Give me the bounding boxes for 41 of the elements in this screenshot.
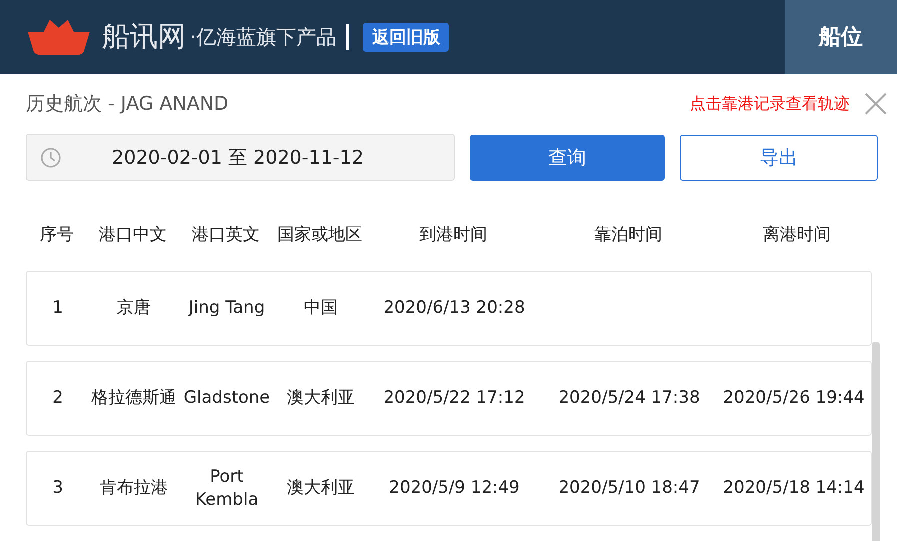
table-cell: 2020/5/9 12:49	[389, 478, 520, 498]
column-header: 国家或地区	[276, 224, 364, 246]
table-cell: 2020/5/24 17:38	[558, 388, 700, 408]
column-header: 到港时间	[418, 224, 488, 246]
table-cell: 2020/5/10 18:47	[558, 478, 700, 498]
table-cell: 格拉德斯通	[92, 388, 176, 408]
column-header: 离港时间	[762, 224, 832, 246]
panel-title: 历史航次 - JAG ANAND	[26, 92, 230, 117]
table-cell: 京唐	[117, 298, 151, 318]
old-version-button[interactable]: 返回旧版	[363, 22, 450, 52]
table-cell: 澳大利亚	[287, 388, 355, 408]
nav-tab[interactable]: 船位	[785, 0, 897, 74]
date-range-field[interactable]: 2020-02-01 至 2020-11-12	[26, 134, 455, 181]
voyage-row[interactable]: 3 肯布拉港 Port Kembla 澳大利亚 2020/5/9 12:49 2020/5/10 18:47 2020/5/18 14:14	[26, 451, 872, 526]
brand-name: 船讯网	[102, 19, 186, 55]
table-cell: Port Kembla	[195, 467, 259, 510]
table-cell: 2020/5/18 14:14	[723, 478, 865, 498]
column-header: 港口中文	[98, 224, 168, 246]
boat-logo-icon	[26, 18, 92, 56]
table-cell: 2020/5/26 19:44	[723, 388, 865, 408]
table-cell: Jing Tang	[188, 298, 266, 318]
table-cell: 中国	[304, 298, 338, 318]
table-cell: 澳大利亚	[287, 478, 355, 498]
table-cell: Gladstone	[184, 388, 270, 408]
column-header: 靠泊时间	[594, 224, 664, 246]
brand-tagline: ·亿海蓝旗下产品	[190, 24, 336, 50]
table-cell: 肯布拉港	[100, 478, 168, 498]
hint-text: 点击靠港记录查看轨迹	[690, 94, 850, 114]
column-header: 港口英文	[191, 224, 261, 246]
close-icon[interactable]	[864, 92, 888, 116]
table-cell: 2020/5/22 17:12	[384, 388, 526, 408]
voyage-row[interactable]: 1 京唐 Jing Tang 中国 2020/6/13 20:28	[26, 271, 872, 346]
table-cell: 2020/6/13 20:28	[384, 298, 526, 318]
table-cell: 3	[52, 478, 64, 498]
column-header: 序号	[39, 224, 75, 246]
query-button[interactable]: 查询	[470, 134, 665, 180]
export-button[interactable]: 导出	[680, 134, 878, 180]
voyage-row[interactable]: 2 格拉德斯通 Gladstone 澳大利亚 2020/5/22 17:12 2020/5/24 17:38 2020/5/26 19:44	[26, 361, 872, 436]
table-cell: 1	[52, 298, 64, 318]
table-cell: 2	[52, 388, 64, 408]
clock-icon	[40, 146, 62, 168]
